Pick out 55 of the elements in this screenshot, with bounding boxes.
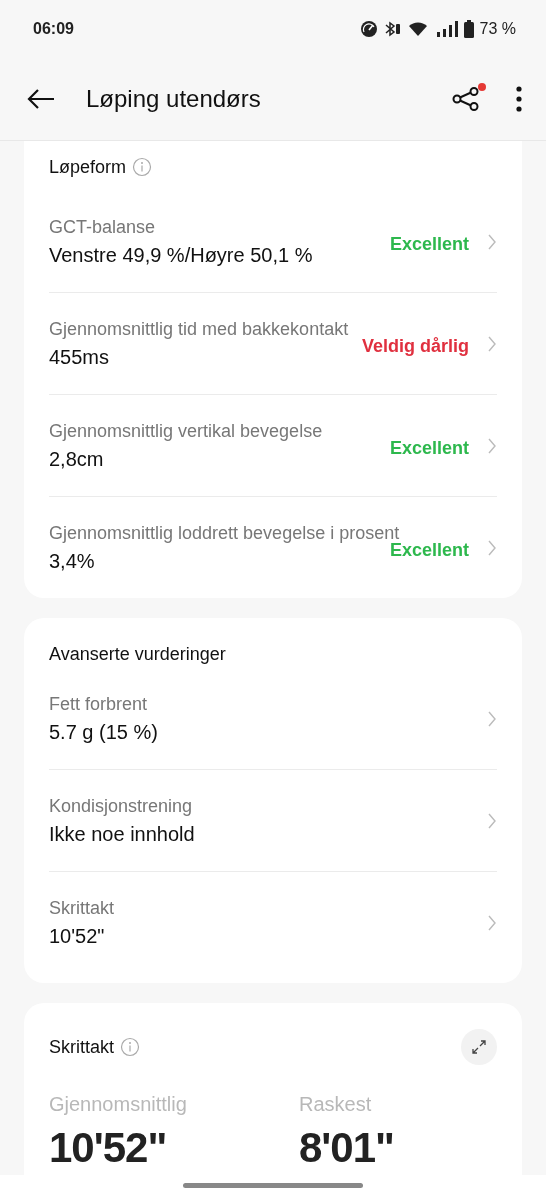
info-icon[interactable] (120, 1037, 140, 1057)
speedometer-icon (359, 20, 378, 38)
bluetooth-icon (383, 20, 402, 38)
chevron-right-icon (487, 436, 497, 455)
expand-icon (471, 1039, 487, 1055)
section-title: Løpeform (49, 156, 127, 178)
metric-label: Gjennomsnittlig tid med bakkekontakt (49, 318, 349, 340)
metric-label: Kondisjonstrening (49, 795, 193, 817)
chevron-right-icon (487, 709, 497, 728)
section-title: Skrittakt (49, 1036, 114, 1058)
more-menu-button[interactable] (516, 86, 522, 112)
chevron-right-icon (487, 334, 497, 353)
battery-percentage: 73 % (479, 20, 516, 38)
metric-value: 455ms (49, 345, 110, 369)
metric-value: 3,4% (49, 549, 95, 573)
rating-label: Excellent (389, 233, 469, 255)
chevron-right-icon (487, 538, 497, 557)
metric-value: 2,8cm (49, 447, 104, 471)
metric-value: Venstre 49,9 %/Høyre 50,1 % (49, 243, 313, 267)
metric-row[interactable]: GCT-balanse Venstre 49,9 %/Høyre 50,1 % Excellent (49, 191, 497, 293)
metric-label: GCT-balanse (49, 216, 156, 238)
battery-icon (463, 20, 474, 38)
share-button[interactable] (452, 87, 480, 111)
expand-button[interactable] (461, 1029, 497, 1065)
status-time: 06:09 (33, 20, 74, 38)
rating-label: Veldig dårlig (361, 335, 469, 357)
metric-row[interactable]: Skrittakt 10'52" (49, 872, 497, 973)
back-arrow-icon (26, 88, 56, 110)
metric-row[interactable]: Fett forbrent 5.7 g (15 %) (49, 668, 497, 770)
more-icon (516, 86, 522, 112)
stat-label: Raskest (299, 1093, 373, 1116)
share-icon (452, 87, 480, 111)
signal-icon (435, 20, 458, 38)
metric-label: Skrittakt (49, 897, 114, 919)
chevron-right-icon (487, 913, 497, 932)
stat-value: 8'01" (299, 1124, 395, 1172)
rating-label: Excellent (389, 437, 469, 459)
stat-value: 10'52" (49, 1124, 168, 1172)
section-title: Avanserte vurderinger (49, 643, 226, 665)
metric-value: Ikke noe innhold (49, 822, 195, 846)
metric-label: Gjennomsnittlig vertikal bevegelse (49, 420, 323, 442)
metric-value: 10'52" (49, 924, 105, 948)
metric-row[interactable]: Gjennomsnittlig vertikal bevegelse 2,8cm Excellent (49, 395, 497, 497)
metric-label: Fett forbrent (49, 693, 148, 715)
chevron-right-icon (487, 232, 497, 251)
metric-row[interactable]: Kondisjonstrening Ikke noe innhold (49, 770, 497, 872)
metric-value: 5.7 g (15 %) (49, 720, 158, 744)
chevron-right-icon (487, 811, 497, 830)
info-icon[interactable] (132, 157, 153, 177)
page-title: Løping utendørs (86, 85, 262, 113)
back-button[interactable] (26, 88, 56, 110)
stat-label: Gjennomsnittlig (49, 1093, 188, 1116)
metric-row[interactable]: Gjennomsnittlig loddrett bevegelse i prosent 3,4% Excellent (49, 497, 497, 598)
metric-row[interactable]: Gjennomsnittlig tid med bakkekontakt 455ms Veldig dårlig (49, 293, 497, 395)
wifi-icon (407, 20, 430, 38)
